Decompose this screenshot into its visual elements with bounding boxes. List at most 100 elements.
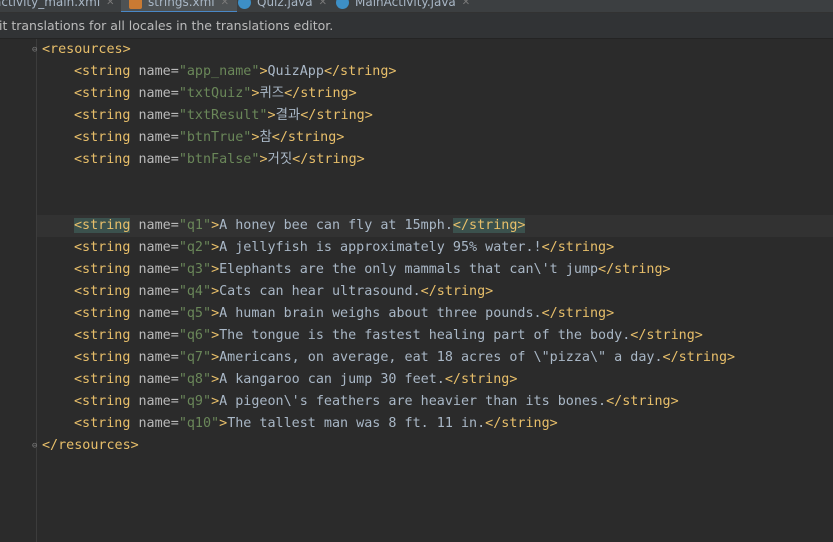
java-class-icon (238, 0, 251, 9)
attribute-value: "q9" (178, 394, 212, 409)
code-line: <string name="app_name">QuizApp</string> (74, 61, 397, 83)
attribute-value: "q10" (178, 416, 220, 431)
attribute-value: "q7" (178, 350, 212, 365)
attribute-value: "btnFalse" (178, 152, 260, 167)
string-open-tag: <string (74, 306, 131, 321)
string-value: A jellyfish is approximately 95% water.! (219, 240, 542, 255)
tag-bracket: > (267, 108, 276, 123)
string-close-tag: </string> (541, 240, 615, 255)
string-value: Elephants are the only mammals that can\… (219, 262, 599, 277)
string-open-tag: <string (74, 218, 131, 233)
string-close-tag: </string> (271, 130, 345, 145)
string-value: The tallest man was 8 ft. 11 in. (227, 416, 486, 431)
close-icon[interactable]: ✕ (106, 0, 114, 8)
string-value: A honey bee can fly at 15mph. (219, 218, 453, 233)
attribute-value: "txtResult" (178, 108, 268, 123)
string-close-tag: </string> (323, 64, 397, 79)
attribute-value: "q8" (178, 372, 212, 387)
string-value: 퀴즈 (259, 86, 285, 101)
attribute-name: name= (138, 416, 179, 431)
attribute-name: name= (138, 306, 179, 321)
code-line: <string name="q10">The tallest man was 8… (74, 413, 558, 435)
string-value: QuizApp (267, 64, 324, 79)
attribute-value: "q1" (178, 218, 212, 233)
string-close-tag: </string> (541, 306, 615, 321)
tag-bracket: > (211, 262, 220, 277)
code-line: <string name="btnTrue">참</string> (74, 127, 344, 149)
code-line: <string name="txtResult">결과</string> (74, 105, 373, 127)
string-value: A human brain weighs about three pounds. (219, 306, 542, 321)
string-open-tag: <string (74, 262, 131, 277)
java-class-icon (336, 0, 349, 9)
attribute-value: "app_name" (178, 64, 260, 79)
attribute-name: name= (138, 64, 179, 79)
code-line: <string name="q4">Cats can hear ultrasou… (74, 281, 493, 303)
translations-editor-banner: it translations for all locales in the t… (0, 13, 833, 39)
resources-close-tag: </resources> (42, 438, 139, 453)
attribute-value: "txtQuiz" (178, 86, 252, 101)
string-close-tag: </string> (485, 416, 558, 431)
string-close-tag: </string> (630, 328, 703, 343)
attribute-value: "q4" (178, 284, 212, 299)
string-open-tag: <string (74, 108, 131, 123)
tab-label: strings.xml (148, 0, 215, 9)
attribute-name: name= (138, 394, 179, 409)
string-close-tag: </string> (420, 284, 494, 299)
banner-text: it translations for all locales in the t… (0, 18, 334, 33)
close-icon[interactable]: ✕ (462, 0, 470, 8)
string-value: A pigeon\'s feathers are heavier than it… (219, 394, 607, 409)
tag-bracket: > (219, 416, 228, 431)
string-close-tag: </string> (284, 86, 357, 101)
string-value: Cats can hear ultrasound. (219, 284, 421, 299)
attribute-name: name= (138, 328, 179, 343)
string-open-tag: <string (74, 394, 131, 409)
attribute-name: name= (138, 218, 179, 233)
close-icon[interactable]: ✕ (221, 0, 229, 8)
attribute-name: name= (138, 108, 179, 123)
code-line: <string name="txtQuiz">퀴즈</string> (74, 83, 357, 105)
string-open-tag: <string (74, 328, 131, 343)
tab-label: activity_main.xml (0, 0, 101, 9)
code-line: <string name="q2">A jellyfish is approxi… (74, 237, 614, 259)
attribute-name: name= (138, 152, 179, 167)
tab-main-activity[interactable]: MainActivity.java ✕ (336, 0, 470, 11)
string-value: Americans, on average, eat 18 acres of \… (219, 350, 663, 365)
string-value: The tongue is the fastest healing part o… (219, 328, 631, 343)
string-close-tag: </string> (300, 108, 373, 123)
attribute-value: "q5" (178, 306, 212, 321)
code-editor[interactable]: <resources> <string name="app_name">Quiz… (0, 39, 833, 542)
string-value: 참 (259, 130, 272, 145)
tab-activity-main[interactable]: activity_main.xml ✕ (0, 0, 115, 11)
attribute-name: name= (138, 240, 179, 255)
string-close-tag: </string> (292, 152, 365, 167)
attribute-name: name= (138, 86, 179, 101)
string-open-tag: <string (74, 86, 131, 101)
code-line-resources-close: </resources> (42, 435, 139, 457)
attribute-name: name= (138, 350, 179, 365)
tag-bracket: > (211, 218, 220, 233)
string-open-tag: <string (74, 284, 131, 299)
attribute-value: "q6" (178, 328, 212, 343)
string-value: 거짓 (267, 152, 293, 167)
close-icon[interactable]: ✕ (319, 0, 327, 8)
string-close-tag: </string> (606, 394, 679, 409)
tag-bracket: > (211, 284, 220, 299)
attribute-name: name= (138, 262, 179, 277)
tag-bracket: > (211, 372, 220, 387)
tab-quiz-java[interactable]: Quiz.java ✕ (238, 0, 327, 11)
tag-bracket: > (211, 394, 220, 409)
tag-bracket: > (211, 306, 220, 321)
attribute-value: "q3" (178, 262, 212, 277)
tab-label: MainActivity.java (355, 0, 456, 9)
string-open-tag: <string (74, 64, 131, 79)
string-close-tag: </string> (662, 350, 736, 365)
code-line: <string name="q5">A human brain weighs a… (74, 303, 614, 325)
code-line: <string name="q7">Americans, on average,… (74, 347, 735, 369)
tag-bracket: > (211, 350, 220, 365)
attribute-value: "q2" (178, 240, 212, 255)
code-line: <string name="q6">The tongue is the fast… (74, 325, 703, 347)
resources-open-tag: <resources> (42, 42, 131, 57)
string-value: A kangaroo can jump 30 feet. (219, 372, 445, 387)
code-line: <string name="q9">A pigeon\'s feathers a… (74, 391, 679, 413)
tab-strings[interactable]: strings.xml ✕ (121, 0, 238, 12)
